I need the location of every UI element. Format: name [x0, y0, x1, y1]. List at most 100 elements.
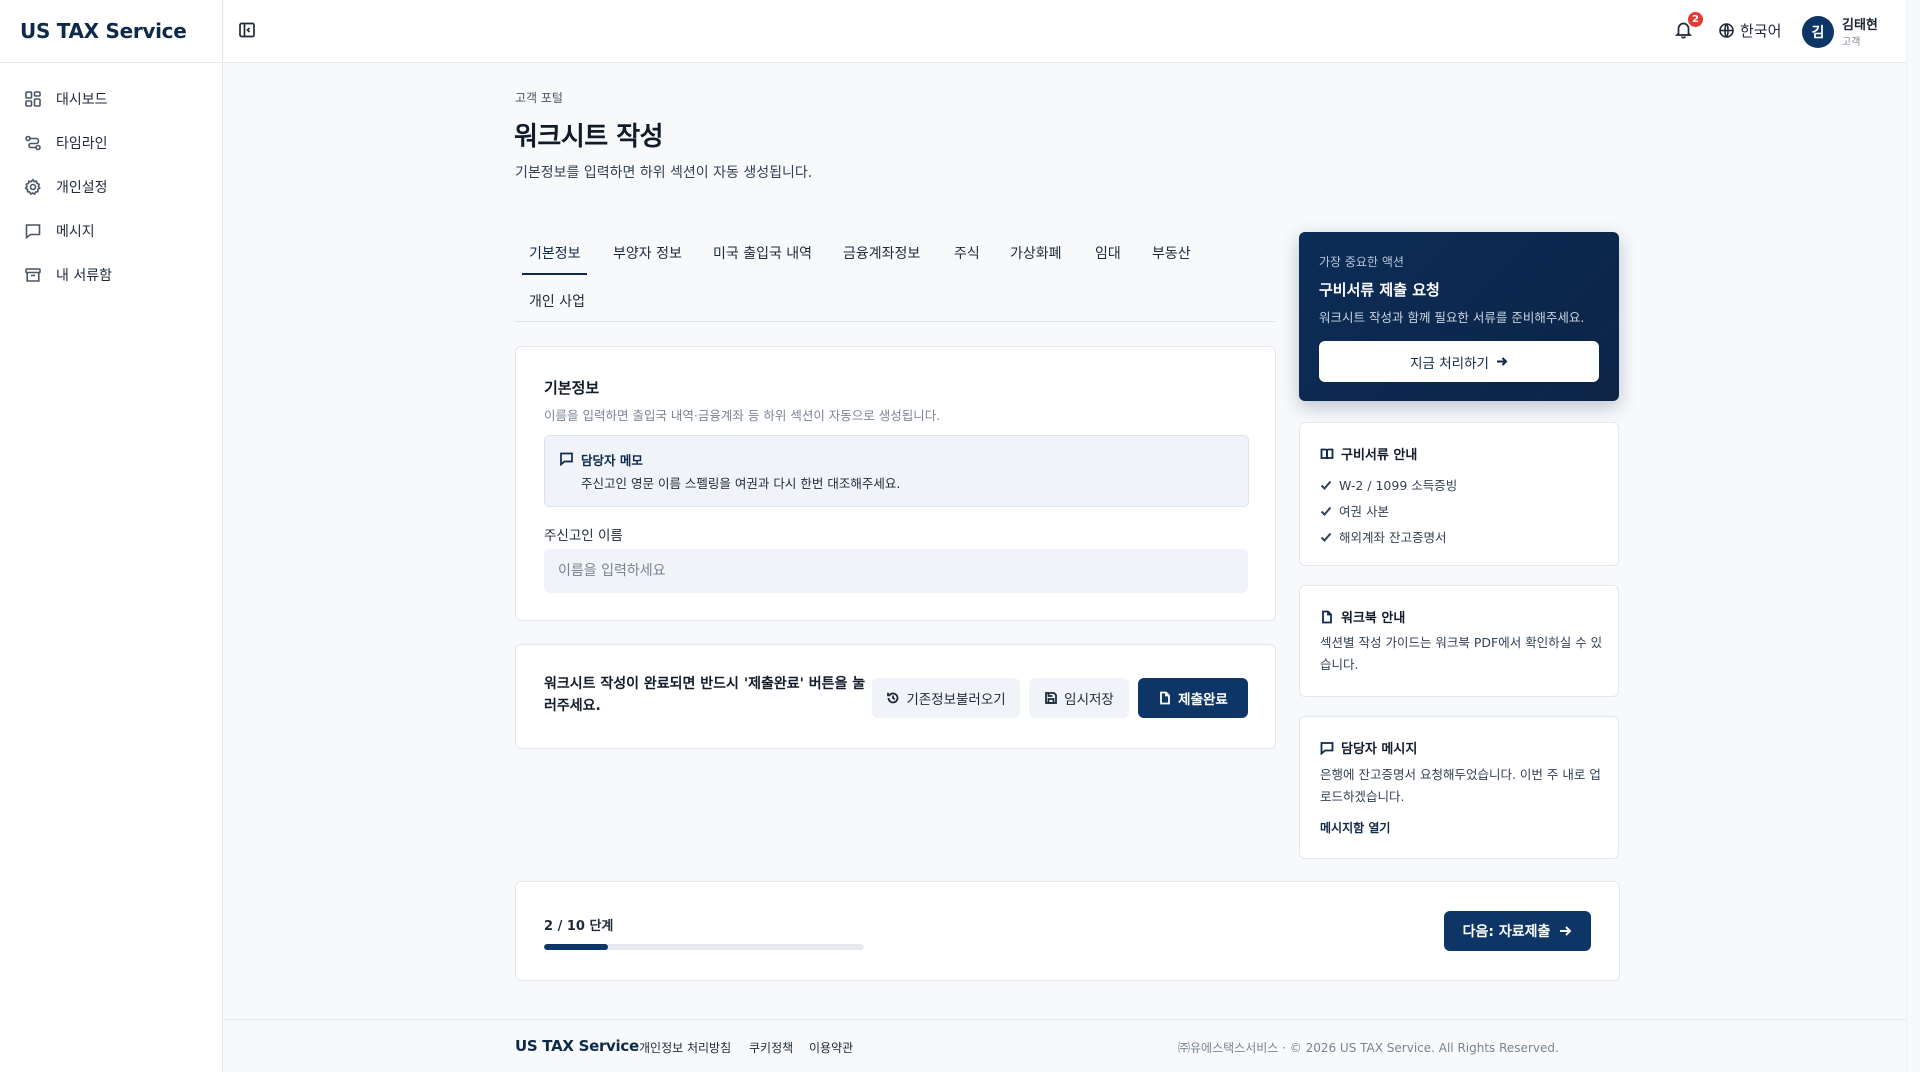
- manager-message-title-text: 담당자 메시지: [1341, 742, 1418, 757]
- workbook-guide-title-text: 워크북 안내: [1341, 611, 1406, 626]
- tab-crypto[interactable]: 가상화폐: [1010, 243, 1062, 263]
- sidebar-item-timeline[interactable]: 타임라인: [0, 121, 222, 165]
- cookie-policy-link[interactable]: 쿠키정책: [749, 1039, 793, 1056]
- submit-notice: 워크시트 작성이 완료되면 반드시 '제출완료' 버튼을 눌러주세요.: [544, 676, 866, 714]
- sidebar: US TAX Service 대시보드 타임라인 개인설정 메시지 내 서류함: [0, 0, 223, 1072]
- submit-complete-button[interactable]: 제출완료: [1138, 678, 1248, 718]
- footer-brand[interactable]: US TAX Service: [515, 1037, 639, 1055]
- priority-title: 구비서류 제출 요청: [1319, 281, 1440, 299]
- footer: US TAX Service 개인정보 처리방침 쿠키정책 이용약관 ㈜유에스택…: [224, 1019, 1920, 1072]
- priority-action-panel: 가장 중요한 액션 구비서류 제출 요청 워크시트 작성과 함께 필요한 서류를…: [1299, 232, 1619, 401]
- page-subtitle: 기본정보를 입력하면 하위 섹션이 자동 생성됩니다.: [515, 165, 813, 181]
- workbook-guide-text: 섹션별 작성 가이드는 워크북 PDF에서 확인하실 수 있습니다.: [1320, 635, 1603, 672]
- message-icon: [1320, 741, 1334, 755]
- breadcrumb[interactable]: 고객 포털: [515, 89, 563, 106]
- sidebar-item-label: 타임라인: [56, 136, 108, 152]
- message-icon: [560, 452, 573, 466]
- manager-message-card: 담당자 메시지 은행에 잔고증명서 요청해두었습니다. 이번 주 내로 업로드하…: [1299, 716, 1619, 859]
- privacy-policy-link[interactable]: 개인정보 처리방침: [639, 1039, 731, 1056]
- documents-guide-title-text: 구비서류 안내: [1341, 448, 1418, 463]
- list-item: W-2 / 1099 소득증빙: [1320, 475, 1457, 494]
- process-now-button[interactable]: 지금 처리하기: [1319, 341, 1599, 382]
- check-icon: [1320, 532, 1332, 542]
- submit-complete-label: 제출완료: [1178, 692, 1228, 708]
- active-tab-indicator: [522, 273, 587, 275]
- tab-us-entry-exit[interactable]: 미국 출입국 내역: [713, 243, 812, 263]
- tab-financial-accounts[interactable]: 금융계좌정보: [843, 243, 920, 263]
- open-inbox-link[interactable]: 메시지함 열기: [1320, 819, 1390, 836]
- save-draft-button[interactable]: 임시저장: [1029, 678, 1129, 718]
- check-icon: [1320, 480, 1332, 490]
- message-icon: [25, 224, 41, 240]
- memo-text: 주신고인 영문 이름 스펠링을 여권과 다시 한번 대조해주세요.: [581, 476, 901, 491]
- worksheet-tabs: 기본정보 부양자 정보 미국 출입국 내역 금융계좌정보 주식 가상화폐 임대 …: [515, 228, 1275, 322]
- submit-actions-card: 워크시트 작성이 완료되면 반드시 '제출완료' 버튼을 눌러주세요. 기존정보…: [515, 644, 1276, 749]
- manager-message-text: 은행에 잔고증명서 요청해두었습니다. 이번 주 내로 업로드하겠습니다.: [1320, 767, 1601, 804]
- document-icon: [1322, 610, 1332, 623]
- next-step-label: 다음: 자료제출: [1462, 924, 1551, 940]
- gear-icon: [24, 178, 41, 196]
- next-step-button[interactable]: 다음: 자료제출: [1444, 911, 1591, 951]
- brand-logo[interactable]: US TAX Service: [0, 0, 222, 63]
- tab-stocks[interactable]: 주식: [954, 243, 980, 263]
- primary-filer-name-input[interactable]: [544, 549, 1248, 593]
- section-subtitle: 이름을 입력하면 출입국 내역·금융계좌 등 하위 섹션이 자동으로 생성됩니다…: [544, 408, 941, 423]
- basic-info-card: 기본정보 이름을 입력하면 출입국 내역·금융계좌 등 하위 섹션이 자동으로 …: [515, 346, 1276, 621]
- book-icon: [1320, 448, 1334, 459]
- sidebar-item-label: 내 서류함: [56, 268, 112, 284]
- tab-real-estate[interactable]: 부동산: [1152, 243, 1191, 263]
- process-now-label: 지금 처리하기: [1410, 355, 1489, 372]
- sidebar-collapse-icon: [239, 22, 255, 38]
- list-item: 여권 사본: [1320, 501, 1389, 520]
- document-icon: [1160, 691, 1171, 705]
- sidebar-item-dashboard[interactable]: 대시보드: [0, 77, 222, 121]
- arrow-right-icon: [1496, 357, 1508, 366]
- sidebar-item-messages[interactable]: 메시지: [0, 209, 222, 253]
- history-icon: [887, 692, 899, 704]
- progress-bar-fill: [544, 944, 608, 950]
- sidebar-item-label: 대시보드: [56, 92, 108, 108]
- workbook-guide-card: 워크북 안내 섹션별 작성 가이드는 워크북 PDF에서 확인하실 수 있습니다…: [1299, 585, 1619, 697]
- tab-rental[interactable]: 임대: [1095, 243, 1121, 263]
- archive-icon: [25, 268, 41, 282]
- dashboard-icon: [25, 91, 41, 107]
- sidebar-nav: 대시보드 타임라인 개인설정 메시지 내 서류함: [0, 63, 222, 297]
- load-previous-button[interactable]: 기존정보불러오기: [872, 678, 1020, 718]
- priority-subtitle: 워크시트 작성과 함께 필요한 서류를 준비해주세요.: [1319, 310, 1585, 325]
- notification-badge: 2: [1688, 12, 1703, 27]
- page-title: 워크시트 작성: [514, 122, 664, 152]
- sidebar-item-settings[interactable]: 개인설정: [0, 165, 222, 209]
- user-name[interactable]: 김태현: [1842, 14, 1878, 33]
- language-label: 한국어: [1740, 22, 1782, 40]
- tab-dependents[interactable]: 부양자 정보: [613, 243, 682, 263]
- load-previous-label: 기존정보불러오기: [906, 692, 1006, 708]
- section-title: 기본정보: [544, 379, 600, 397]
- language-selector[interactable]: 한국어: [1718, 20, 1781, 41]
- sidebar-item-label: 개인설정: [56, 180, 108, 196]
- documents-guide-card: 구비서류 안내 W-2 / 1099 소득증빙 여권 사본 해외계좌 잔고증명서: [1299, 422, 1619, 566]
- scrollbar[interactable]: [1906, 0, 1920, 1072]
- list-item: 해외계좌 잔고증명서: [1320, 527, 1446, 546]
- priority-kicker: 가장 중요한 액션: [1319, 255, 1404, 269]
- list-item-text: 해외계좌 잔고증명서: [1339, 530, 1447, 545]
- step-indicator: 2 / 10 단계: [544, 919, 614, 934]
- sidebar-toggle-button[interactable]: [238, 21, 258, 41]
- progress-bar: [544, 944, 864, 950]
- user-role: 고객: [1842, 37, 1861, 48]
- documents-guide-title: 구비서류 안내: [1320, 444, 1417, 463]
- check-icon: [1320, 506, 1332, 516]
- list-item-text: W-2 / 1099 소득증빙: [1339, 478, 1458, 493]
- sidebar-item-documents[interactable]: 내 서류함: [0, 253, 222, 297]
- globe-icon: [1719, 23, 1734, 38]
- arrow-right-icon: [1560, 926, 1572, 936]
- tab-self-employed[interactable]: 개인 사업: [529, 291, 585, 311]
- avatar[interactable]: 김: [1802, 16, 1834, 48]
- sidebar-item-label: 메시지: [56, 224, 95, 240]
- list-item-text: 여권 사본: [1339, 504, 1389, 519]
- tab-basic-info[interactable]: 기본정보: [529, 243, 581, 263]
- memo-title: 담당자 메모: [581, 453, 643, 468]
- terms-link[interactable]: 이용약관: [809, 1039, 853, 1056]
- manager-message-title: 담당자 메시지: [1320, 738, 1417, 757]
- progress-card: 2 / 10 단계 다음: 자료제출: [515, 881, 1620, 981]
- primary-filer-name-label: 주신고인 이름: [544, 528, 623, 544]
